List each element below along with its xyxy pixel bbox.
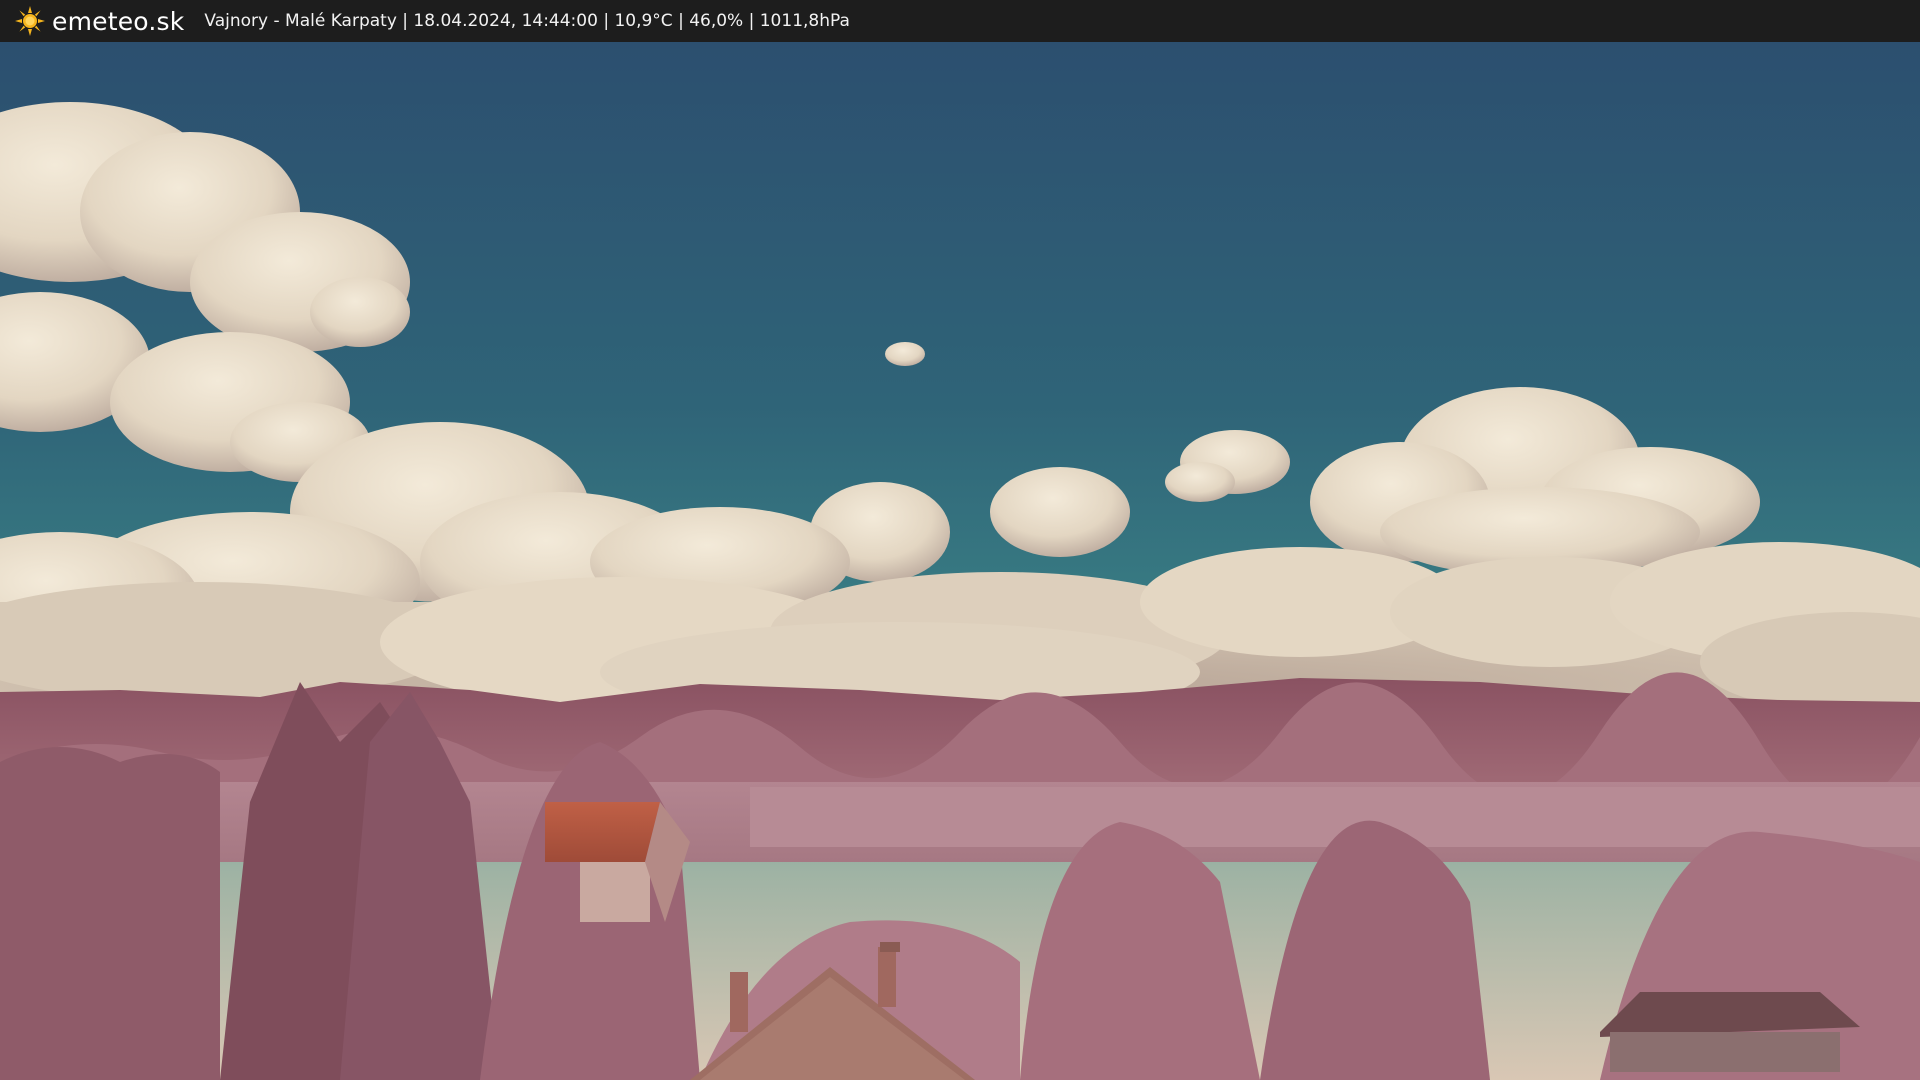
brand-name[interactable]: emeteo.sk: [52, 7, 184, 36]
webcam-page: emeteo.sk Vajnory - Malé Karpaty | 18.04…: [0, 0, 1920, 1080]
top-bar: emeteo.sk Vajnory - Malé Karpaty | 18.04…: [0, 0, 1920, 42]
sun-icon: [15, 6, 45, 36]
webcam-scene: [0, 42, 1920, 1080]
foreground-trees: [0, 747, 220, 1080]
webcam-caption: Vajnory - Malé Karpaty | 18.04.2024, 14:…: [204, 11, 850, 31]
webcam-image: [0, 42, 1920, 1080]
site-logo[interactable]: emeteo.sk: [14, 0, 184, 42]
house: [1600, 992, 1860, 1072]
